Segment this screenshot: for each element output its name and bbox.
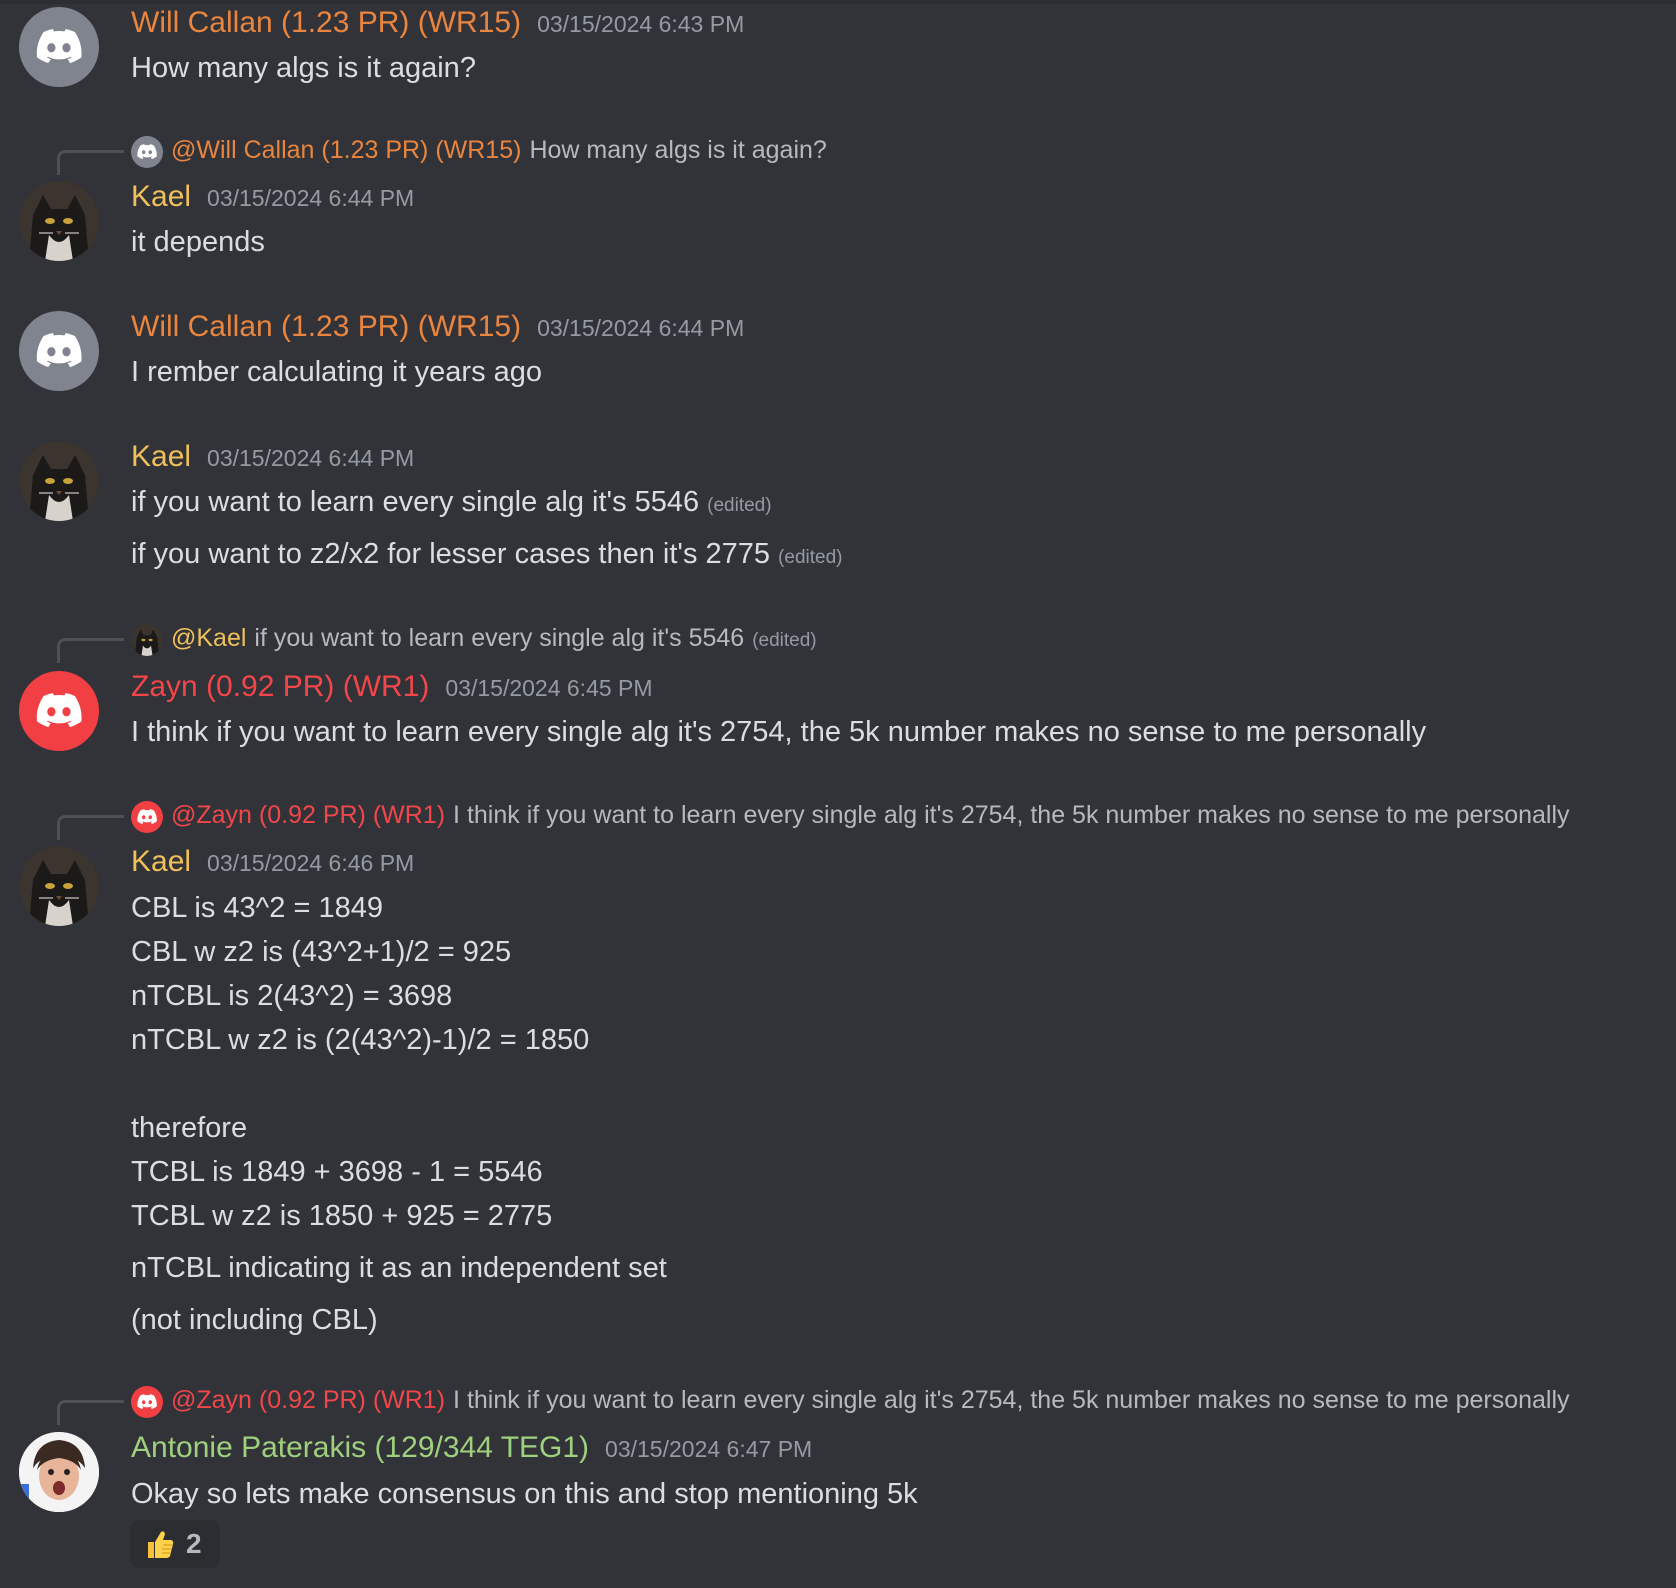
message-header: Will Callan (1.23 PR) (WR15) 03/15/2024 … [131,310,744,344]
discord-logo-icon [36,693,82,728]
message-text: therefore [131,1112,248,1144]
reply-text[interactable]: I think if you want to learn every singl… [453,1386,1569,1415]
reply-connector [57,1400,124,1425]
top-border [0,0,1676,4]
avatar-kael[interactable] [19,846,99,926]
message-header: Kael 03/15/2024 6:44 PM [131,180,414,214]
avatar-kael[interactable] [19,441,99,521]
username[interactable]: Kael [131,180,191,214]
discord-logo-icon [36,333,82,368]
timestamp[interactable]: 03/15/2024 6:44 PM [537,315,744,342]
avatar-kael[interactable] [19,181,99,261]
message-text: if you want to z2/x2 for lesser cases th… [131,538,771,570]
message-text: TCBL w z2 is 1850 + 925 = 2775 [131,1200,553,1232]
avatar-discord-red[interactable] [19,671,99,751]
cat-avatar-icon [131,624,163,656]
message-line: if you want to learn every single alg it… [131,486,772,519]
thumbs-up-icon [148,1531,174,1558]
edited-label: (edited) [752,630,817,651]
discord-logo-icon [36,29,82,64]
reply-avatar [131,624,163,656]
reply-connector [57,150,124,175]
timestamp[interactable]: 03/15/2024 6:44 PM [207,185,414,212]
message-header: Kael 03/15/2024 6:46 PM [131,845,414,879]
reply-mention[interactable]: @Will Callan (1.23 PR) (WR15) [171,136,521,165]
reply-connector [57,638,124,663]
message-text: I rember calculating it years ago [131,356,543,388]
cat-avatar-icon [19,846,99,926]
message-text: How many algs is it again? [131,52,476,84]
timestamp[interactable]: 03/15/2024 6:46 PM [207,850,414,877]
cat-avatar-icon [19,181,99,261]
message-header: Zayn (0.92 PR) (WR1) 03/15/2024 6:45 PM [131,670,653,704]
reply-connector [57,815,124,840]
reply-avatar [131,801,163,833]
username[interactable]: Will Callan (1.23 PR) (WR15) [131,310,521,344]
username[interactable]: Zayn (0.92 PR) (WR1) [131,670,429,704]
message-text: (not including CBL) [131,1304,378,1336]
reply-text[interactable]: How many algs is it again? [529,136,826,165]
person-avatar-icon [19,1432,99,1512]
avatar-discord-default[interactable] [19,7,99,87]
reply-mention[interactable]: @Zayn (0.92 PR) (WR1) [171,1386,445,1415]
message-text: nTCBL w z2 is (2(43^2)-1)/2 = 1850 [131,1024,590,1056]
message-text: if you want to learn every single alg it… [131,486,700,518]
reply-preview[interactable]: @Will Callan (1.23 PR) (WR15) How many a… [171,136,827,165]
cat-avatar-icon [19,441,99,521]
username[interactable]: Kael [131,845,191,879]
reply-avatar [131,1386,163,1418]
message-text: nTCBL indicating it as an independent se… [131,1252,667,1284]
message-text: I think if you want to learn every singl… [131,716,1427,748]
username[interactable]: Will Callan (1.23 PR) (WR15) [131,6,521,40]
reaction-thumbs-up[interactable]: 2 [130,1520,220,1568]
message-header: Will Callan (1.23 PR) (WR15) 03/15/2024 … [131,6,744,40]
message-text: Okay so lets make consensus on this and … [131,1478,918,1510]
message-text: it depends [131,226,265,258]
discord-logo-icon [137,809,157,824]
message-header: Antonie Paterakis (129/344 TEG1) 03/15/2… [131,1431,812,1465]
username[interactable]: Antonie Paterakis (129/344 TEG1) [131,1431,589,1465]
timestamp[interactable]: 03/15/2024 6:43 PM [537,11,744,38]
reaction-count: 2 [186,1528,202,1559]
reply-preview[interactable]: @Zayn (0.92 PR) (WR1) I think if you wan… [171,1386,1570,1415]
message-text: nTCBL is 2(43^2) = 3698 [131,980,453,1012]
reply-text[interactable]: if you want to learn every single alg it… [254,624,744,653]
message-line: if you want to z2/x2 for lesser cases th… [131,538,842,571]
timestamp[interactable]: 03/15/2024 6:45 PM [445,675,652,702]
discord-logo-icon [137,144,157,159]
avatar-discord-default[interactable] [19,311,99,391]
username[interactable]: Kael [131,440,191,474]
edited-label[interactable]: (edited) [778,547,842,569]
reply-avatar [131,136,163,168]
timestamp[interactable]: 03/15/2024 6:47 PM [605,1436,812,1463]
edited-label[interactable]: (edited) [707,495,771,517]
reply-text[interactable]: I think if you want to learn every singl… [453,801,1569,830]
message-text: CBL is 43^2 = 1849 [131,892,383,924]
reply-preview[interactable]: @Kael if you want to learn every single … [171,624,817,653]
avatar-antonie[interactable] [19,1432,99,1512]
reply-preview[interactable]: @Zayn (0.92 PR) (WR1) I think if you wan… [171,801,1570,830]
timestamp[interactable]: 03/15/2024 6:44 PM [207,445,414,472]
discord-logo-icon [137,1394,157,1409]
message-text: TCBL is 1849 + 3698 - 1 = 5546 [131,1156,543,1188]
message-header: Kael 03/15/2024 6:44 PM [131,440,414,474]
message-text: CBL w z2 is (43^2+1)/2 = 925 [131,936,512,968]
reply-mention[interactable]: @Zayn (0.92 PR) (WR1) [171,801,445,830]
reply-mention[interactable]: @Kael [171,624,246,653]
